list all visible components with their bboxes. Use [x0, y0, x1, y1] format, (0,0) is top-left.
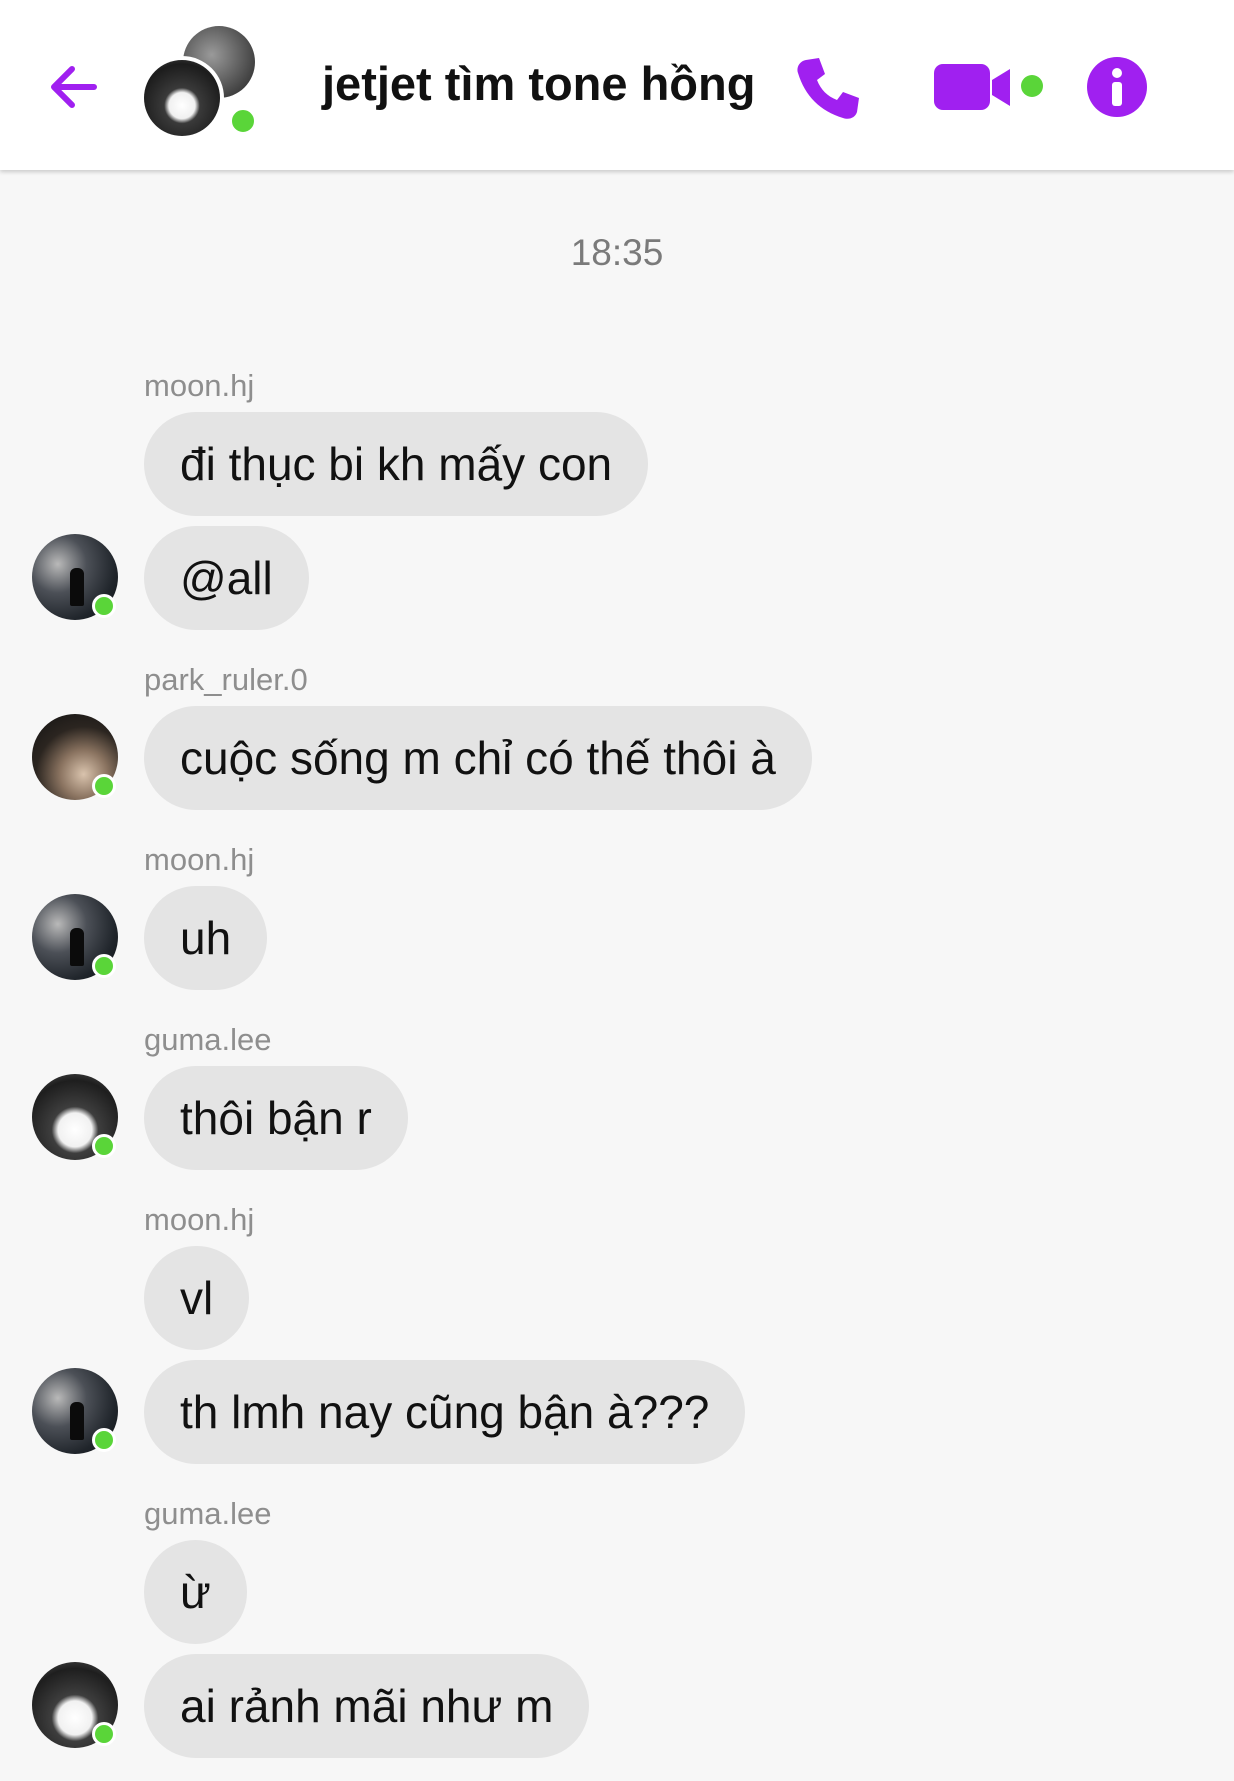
message-bubble[interactable]: ai rảnh mãi như m [144, 1654, 590, 1758]
sender-name: park_ruler.0 [144, 662, 308, 697]
member-avatar [140, 56, 224, 140]
avatar[interactable] [32, 1368, 118, 1454]
avatar[interactable] [32, 714, 118, 800]
message-bubble[interactable]: cuộc sống m chỉ có thế thôi à [144, 706, 812, 810]
online-indicator [92, 1134, 116, 1158]
online-indicator [92, 1722, 116, 1746]
online-indicator [92, 594, 116, 618]
online-indicator [92, 954, 116, 978]
sender-name: guma.lee [144, 1496, 272, 1531]
sender-name: guma.lee [144, 1022, 272, 1057]
avatar[interactable] [32, 894, 118, 980]
online-indicator [92, 1428, 116, 1452]
phone-icon [797, 58, 859, 119]
video-call-button[interactable] [932, 58, 1048, 118]
avatar[interactable] [32, 1074, 118, 1160]
group-avatar[interactable] [138, 22, 263, 142]
info-icon [1087, 57, 1147, 117]
message-bubble[interactable]: uh [144, 886, 268, 990]
message-bubble[interactable]: thôi bận r [144, 1066, 408, 1170]
voice-call-button[interactable] [792, 52, 864, 124]
sender-name: moon.hj [144, 842, 255, 877]
avatar[interactable] [32, 1662, 118, 1748]
message-bubble[interactable]: ừ [144, 1540, 247, 1644]
message-bubble[interactable]: th lmh nay cũng bận à??? [144, 1360, 746, 1464]
message-bubble[interactable]: đi thục bi kh mấy con [144, 412, 649, 516]
chat-header: jetjet tìm tone hồng [0, 0, 1234, 170]
conversation-title[interactable]: jetjet tìm tone hồng [322, 52, 755, 116]
sender-name: moon.hj [144, 1202, 255, 1237]
avatar[interactable] [32, 534, 118, 620]
message-timestamp: 18:35 [570, 232, 664, 273]
back-button[interactable] [44, 56, 104, 116]
back-arrow-icon [51, 66, 97, 108]
message-bubble[interactable]: vl [144, 1246, 250, 1350]
online-indicator [92, 774, 116, 798]
info-button[interactable] [1086, 56, 1148, 118]
sender-name: moon.hj [144, 368, 255, 403]
message-bubble[interactable]: @all [144, 526, 309, 630]
video-camera-icon [934, 64, 1043, 110]
online-indicator [228, 106, 258, 136]
